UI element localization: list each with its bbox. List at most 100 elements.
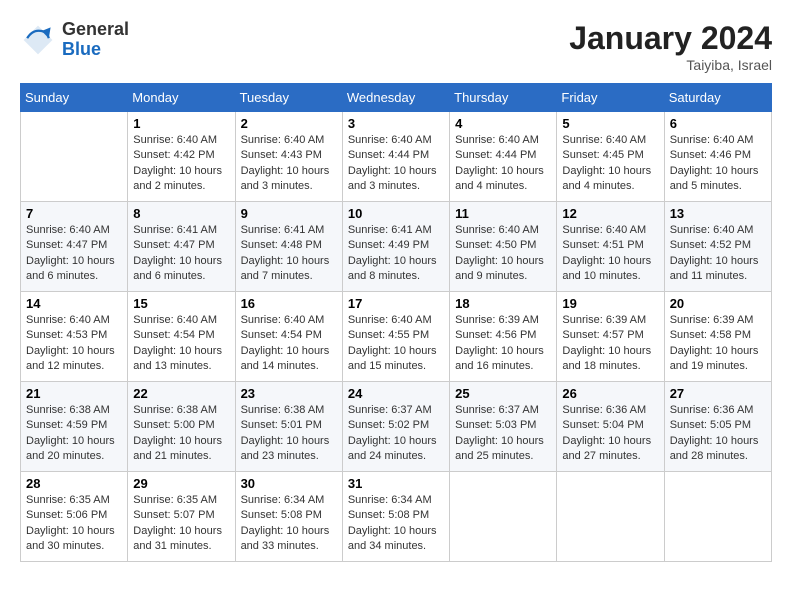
day-number: 11: [455, 206, 551, 221]
calendar-cell: 2 Sunrise: 6:40 AMSunset: 4:43 PMDaylight…: [235, 112, 342, 202]
day-info: Sunrise: 6:39 AMSunset: 4:58 PMDaylight:…: [670, 313, 766, 375]
day-info: Sunrise: 6:40 AMSunset: 4:44 PMDaylight:…: [348, 133, 444, 195]
day-info: Sunrise: 6:34 AMSunset: 5:08 PMDaylight:…: [348, 493, 444, 555]
day-number: 28: [26, 476, 122, 491]
day-number: 20: [670, 296, 766, 311]
calendar-body: 1 Sunrise: 6:40 AMSunset: 4:42 PMDaylight…: [21, 112, 772, 562]
calendar-cell: 11 Sunrise: 6:40 AMSunset: 4:50 PMDayligh…: [450, 202, 557, 292]
day-number: 3: [348, 116, 444, 131]
day-number: 23: [241, 386, 337, 401]
calendar-cell: 5 Sunrise: 6:40 AMSunset: 4:45 PMDaylight…: [557, 112, 664, 202]
day-info: Sunrise: 6:37 AMSunset: 5:03 PMDaylight:…: [455, 403, 551, 465]
day-info: Sunrise: 6:40 AMSunset: 4:43 PMDaylight:…: [241, 133, 337, 195]
day-info: Sunrise: 6:40 AMSunset: 4:53 PMDaylight:…: [26, 313, 122, 375]
logo-icon: [20, 22, 56, 58]
day-number: 24: [348, 386, 444, 401]
day-info: Sunrise: 6:40 AMSunset: 4:44 PMDaylight:…: [455, 133, 551, 195]
calendar-cell: 19Sunrise: 6:39 AMSunset: 4:57 PMDayligh…: [557, 292, 664, 382]
calendar-cell: 27Sunrise: 6:36 AMSunset: 5:05 PMDayligh…: [664, 382, 771, 472]
day-info: Sunrise: 6:41 AMSunset: 4:47 PMDaylight:…: [133, 223, 229, 285]
calendar-cell: 17 Sunrise: 6:40 AMSunset: 4:55 PMDayligh…: [342, 292, 449, 382]
calendar-cell: [664, 472, 771, 562]
day-number: 18: [455, 296, 551, 311]
day-info: Sunrise: 6:40 AMSunset: 4:54 PMDaylight:…: [133, 313, 229, 375]
day-number: 9: [241, 206, 337, 221]
logo-text: General Blue: [62, 20, 129, 60]
calendar-cell: 30 Sunrise: 6:34 AMSunset: 5:08 PMDayligh…: [235, 472, 342, 562]
day-number: 4: [455, 116, 551, 131]
calendar-cell: 22 Sunrise: 6:38 AMSunset: 5:00 PMDayligh…: [128, 382, 235, 472]
day-info: Sunrise: 6:38 AMSunset: 5:01 PMDaylight:…: [241, 403, 337, 465]
day-number: 17: [348, 296, 444, 311]
calendar-cell: 3 Sunrise: 6:40 AMSunset: 4:44 PMDaylight…: [342, 112, 449, 202]
weekday-wednesday: Wednesday: [342, 84, 449, 112]
day-number: 8: [133, 206, 229, 221]
day-number: 10: [348, 206, 444, 221]
day-info: Sunrise: 6:41 AMSunset: 4:49 PMDaylight:…: [348, 223, 444, 285]
day-info: Sunrise: 6:40 AMSunset: 4:55 PMDaylight:…: [348, 313, 444, 375]
day-info: Sunrise: 6:40 AMSunset: 4:54 PMDaylight:…: [241, 313, 337, 375]
calendar-table: SundayMondayTuesdayWednesdayThursdayFrid…: [20, 83, 772, 562]
location: Taiyiba, Israel: [569, 57, 772, 73]
calendar-cell: 29 Sunrise: 6:35 AMSunset: 5:07 PMDayligh…: [128, 472, 235, 562]
day-info: Sunrise: 6:34 AMSunset: 5:08 PMDaylight:…: [241, 493, 337, 555]
day-number: 27: [670, 386, 766, 401]
calendar-cell: 25Sunrise: 6:37 AMSunset: 5:03 PMDayligh…: [450, 382, 557, 472]
calendar-cell: 15 Sunrise: 6:40 AMSunset: 4:54 PMDayligh…: [128, 292, 235, 382]
day-number: 21: [26, 386, 122, 401]
calendar-cell: 6Sunrise: 6:40 AMSunset: 4:46 PMDaylight…: [664, 112, 771, 202]
day-info: Sunrise: 6:38 AMSunset: 5:00 PMDaylight:…: [133, 403, 229, 465]
day-number: 1: [133, 116, 229, 131]
calendar-cell: 24 Sunrise: 6:37 AMSunset: 5:02 PMDayligh…: [342, 382, 449, 472]
logo-general-text: General: [62, 20, 129, 40]
calendar-cell: 12Sunrise: 6:40 AMSunset: 4:51 PMDayligh…: [557, 202, 664, 292]
weekday-header-row: SundayMondayTuesdayWednesdayThursdayFrid…: [21, 84, 772, 112]
day-number: 31: [348, 476, 444, 491]
day-number: 29: [133, 476, 229, 491]
day-info: Sunrise: 6:40 AMSunset: 4:42 PMDaylight:…: [133, 133, 229, 195]
day-info: Sunrise: 6:37 AMSunset: 5:02 PMDaylight:…: [348, 403, 444, 465]
day-number: 16: [241, 296, 337, 311]
day-number: 14: [26, 296, 122, 311]
weekday-friday: Friday: [557, 84, 664, 112]
day-info: Sunrise: 6:35 AMSunset: 5:07 PMDaylight:…: [133, 493, 229, 555]
weekday-monday: Monday: [128, 84, 235, 112]
calendar-cell: 14 Sunrise: 6:40 AMSunset: 4:53 PMDayligh…: [21, 292, 128, 382]
title-block: January 2024 Taiyiba, Israel: [569, 20, 772, 73]
day-info: Sunrise: 6:40 AMSunset: 4:46 PMDaylight:…: [670, 133, 766, 195]
calendar-cell: 16 Sunrise: 6:40 AMSunset: 4:54 PMDayligh…: [235, 292, 342, 382]
weekday-sunday: Sunday: [21, 84, 128, 112]
day-info: Sunrise: 6:40 AMSunset: 4:52 PMDaylight:…: [670, 223, 766, 285]
calendar-cell: [450, 472, 557, 562]
calendar-cell: 10 Sunrise: 6:41 AMSunset: 4:49 PMDayligh…: [342, 202, 449, 292]
calendar-cell: 31 Sunrise: 6:34 AMSunset: 5:08 PMDayligh…: [342, 472, 449, 562]
day-info: Sunrise: 6:35 AMSunset: 5:06 PMDaylight:…: [26, 493, 122, 555]
day-number: 15: [133, 296, 229, 311]
week-row-3: 21Sunrise: 6:38 AMSunset: 4:59 PMDayligh…: [21, 382, 772, 472]
week-row-2: 14 Sunrise: 6:40 AMSunset: 4:53 PMDayligh…: [21, 292, 772, 382]
logo-blue-text: Blue: [62, 40, 129, 60]
calendar-cell: 21Sunrise: 6:38 AMSunset: 4:59 PMDayligh…: [21, 382, 128, 472]
day-number: 13: [670, 206, 766, 221]
day-info: Sunrise: 6:36 AMSunset: 5:04 PMDaylight:…: [562, 403, 658, 465]
day-number: 30: [241, 476, 337, 491]
logo: General Blue: [20, 20, 129, 60]
calendar-cell: 13 Sunrise: 6:40 AMSunset: 4:52 PMDayligh…: [664, 202, 771, 292]
calendar-cell: [21, 112, 128, 202]
day-info: Sunrise: 6:41 AMSunset: 4:48 PMDaylight:…: [241, 223, 337, 285]
day-info: Sunrise: 6:40 AMSunset: 4:45 PMDaylight:…: [562, 133, 658, 195]
day-info: Sunrise: 6:40 AMSunset: 4:51 PMDaylight:…: [562, 223, 658, 285]
calendar-cell: 23 Sunrise: 6:38 AMSunset: 5:01 PMDayligh…: [235, 382, 342, 472]
calendar-cell: 9 Sunrise: 6:41 AMSunset: 4:48 PMDaylight…: [235, 202, 342, 292]
day-number: 5: [562, 116, 658, 131]
calendar-cell: 7Sunrise: 6:40 AMSunset: 4:47 PMDaylight…: [21, 202, 128, 292]
week-row-1: 7Sunrise: 6:40 AMSunset: 4:47 PMDaylight…: [21, 202, 772, 292]
day-info: Sunrise: 6:39 AMSunset: 4:57 PMDaylight:…: [562, 313, 658, 375]
calendar-cell: [557, 472, 664, 562]
day-number: 22: [133, 386, 229, 401]
weekday-tuesday: Tuesday: [235, 84, 342, 112]
weekday-saturday: Saturday: [664, 84, 771, 112]
calendar-cell: 20 Sunrise: 6:39 AMSunset: 4:58 PMDayligh…: [664, 292, 771, 382]
day-number: 2: [241, 116, 337, 131]
day-info: Sunrise: 6:40 AMSunset: 4:50 PMDaylight:…: [455, 223, 551, 285]
